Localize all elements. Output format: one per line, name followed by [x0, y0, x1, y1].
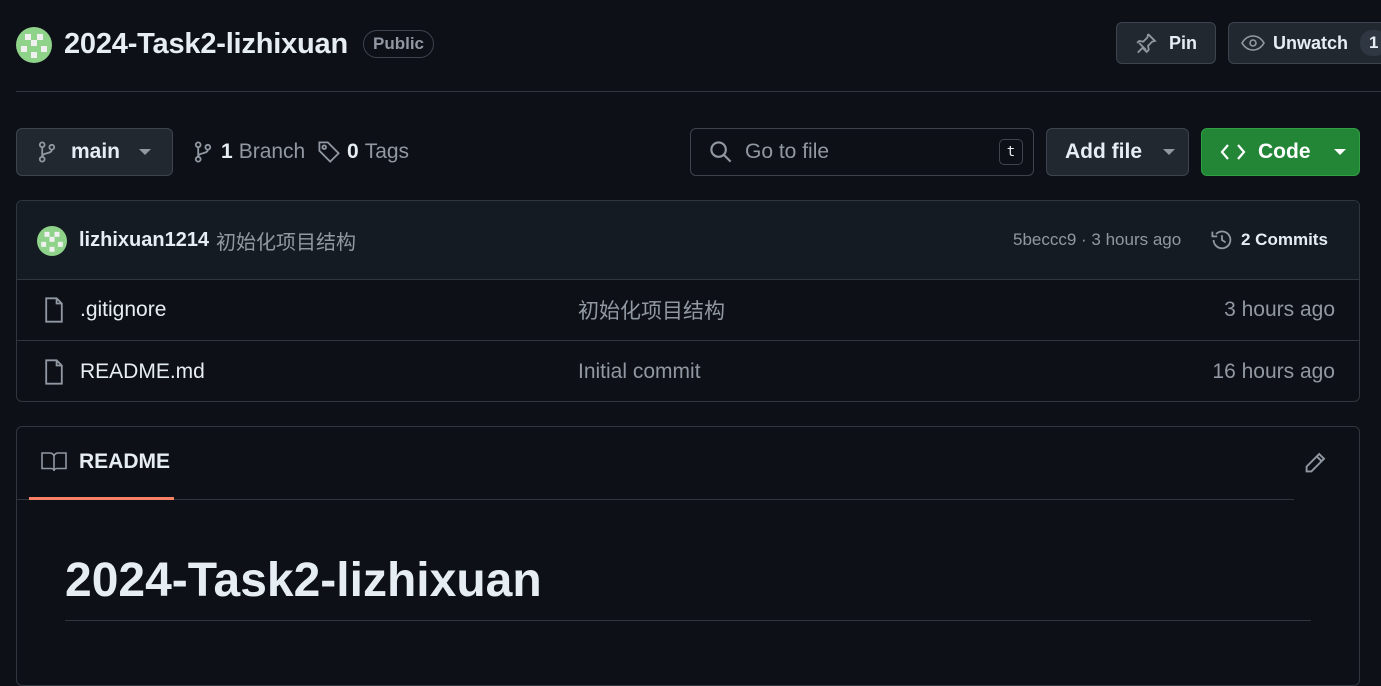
tag-label: Tags: [364, 140, 410, 163]
repo-owner-avatar[interactable]: [16, 27, 52, 63]
branch-label: Branch: [238, 140, 306, 163]
unwatch-label: Unwatch: [1273, 32, 1349, 53]
history-icon: [1210, 228, 1234, 252]
code-button[interactable]: Code: [1201, 128, 1360, 176]
pin-button[interactable]: Pin: [1116, 22, 1216, 64]
tab-readme[interactable]: README: [29, 427, 174, 500]
commits-label: 2 Commits: [1241, 230, 1328, 249]
readme-tab-label: README: [79, 450, 171, 473]
git-branch-icon: [193, 140, 213, 164]
visibility-badge: Public: [363, 30, 435, 58]
file-commit-message[interactable]: 初始化项目结构: [578, 295, 725, 325]
chevron-down-icon: [1333, 148, 1347, 156]
search-icon: [709, 140, 733, 164]
branches-link[interactable]: 1 Branch: [193, 140, 305, 164]
branch-selector[interactable]: main: [16, 128, 173, 176]
file-name[interactable]: .gitignore: [80, 298, 166, 322]
table-row[interactable]: .gitignore 初始化项目结构 3 hours ago: [17, 280, 1359, 341]
edit-pencil-icon[interactable]: [1303, 451, 1327, 475]
unwatch-button[interactable]: Unwatch 1: [1228, 22, 1381, 64]
branch-count: 1: [221, 140, 233, 163]
tag-count: 0: [347, 140, 359, 163]
file-table: lizhixuan1214 初始化项目结构 5beccc9 · 3 hours …: [16, 200, 1360, 402]
watch-count: 1: [1360, 30, 1381, 56]
code-icon: [1220, 142, 1246, 162]
commit-author[interactable]: lizhixuan1214: [79, 229, 209, 252]
author-avatar[interactable]: [37, 226, 67, 256]
book-icon: [41, 451, 67, 473]
file-name[interactable]: README.md: [80, 360, 205, 384]
tag-icon: [317, 140, 341, 164]
branch-name: main: [71, 140, 121, 163]
file-icon: [43, 297, 65, 323]
commits-link[interactable]: 2 Commits: [1210, 228, 1328, 252]
readme-heading: 2024-Task2-lizhixuan: [65, 553, 1311, 621]
file-commit-time: 3 hours ago: [1224, 298, 1335, 321]
git-branch-icon: [37, 140, 57, 164]
code-label: Code: [1258, 140, 1311, 163]
file-commit-time: 16 hours ago: [1212, 359, 1335, 383]
file-commit-message[interactable]: Initial commit: [578, 360, 701, 384]
commit-message[interactable]: 初始化项目结构: [216, 226, 356, 255]
readme-panel: README 2024-Task2-lizhixuan: [16, 426, 1360, 686]
pin-label: Pin: [1169, 32, 1198, 53]
commit-meta[interactable]: 5beccc9 · 3 hours ago: [1013, 230, 1181, 250]
pin-icon: [1135, 32, 1157, 54]
repo-title[interactable]: 2024-Task2-lizhixuan: [64, 28, 348, 61]
chevron-down-icon: [138, 148, 152, 156]
readme-tab-bar: README: [17, 427, 1294, 500]
table-row[interactable]: README.md Initial commit 16 hours ago: [17, 341, 1359, 401]
file-icon: [43, 358, 65, 385]
search-shortcut-key: t: [999, 139, 1023, 165]
add-file-label: Add file: [1065, 140, 1142, 163]
add-file-button[interactable]: Add file: [1046, 128, 1189, 176]
tags-link[interactable]: 0 Tags: [317, 140, 409, 164]
chevron-down-icon: [1162, 148, 1176, 156]
latest-commit-row: lizhixuan1214 初始化项目结构 5beccc9 · 3 hours …: [17, 201, 1359, 280]
search-input[interactable]: Go to file: [745, 140, 999, 164]
go-to-file-search[interactable]: Go to file t: [690, 128, 1034, 176]
eye-icon: [1241, 33, 1265, 53]
